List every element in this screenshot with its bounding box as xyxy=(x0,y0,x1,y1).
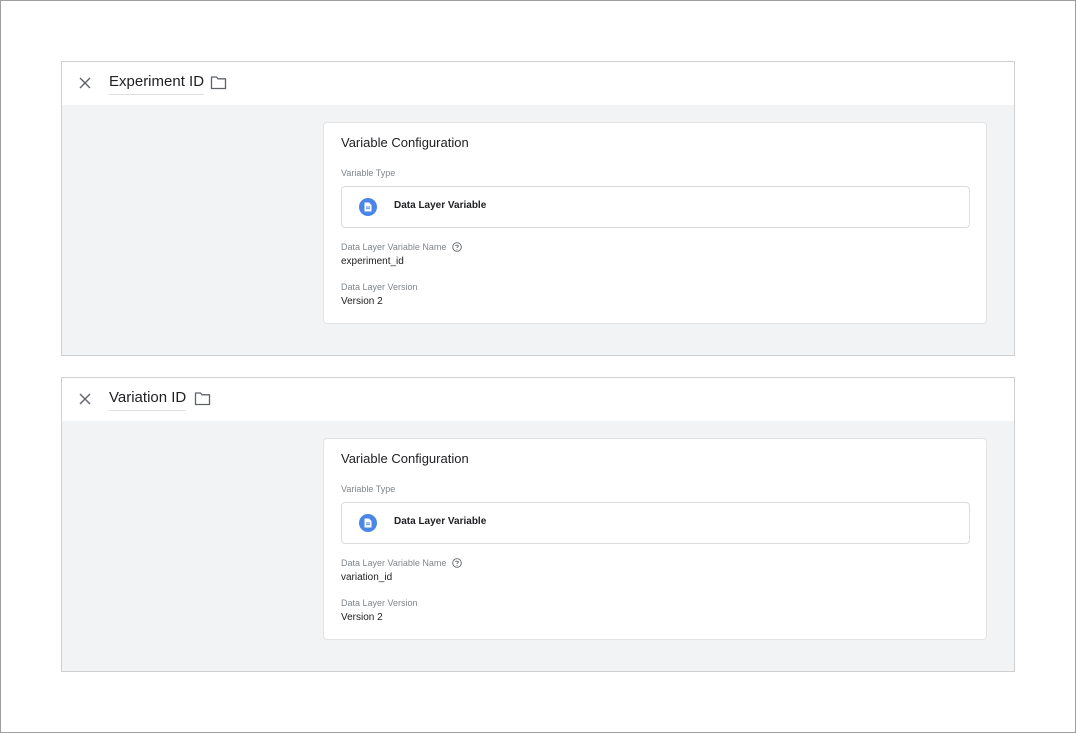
data-layer-version-value: Version 2 xyxy=(341,612,383,623)
data-layer-version-label: Data Layer Version xyxy=(341,598,418,608)
variable-name-label: Data Layer Variable Name xyxy=(341,242,447,252)
variable-type-selector[interactable]: Data Layer Variable xyxy=(341,502,970,544)
variable-type-label: Variable Type xyxy=(341,484,396,494)
help-circle-icon[interactable] xyxy=(452,558,463,568)
variable-type-label: Variable Type xyxy=(341,168,396,178)
folder-icon[interactable] xyxy=(210,75,227,90)
data-layer-variable-icon xyxy=(359,514,377,532)
variable-panel-variation-id: Variation ID Variable Configuration Vari… xyxy=(61,377,1015,672)
panel-header: Variation ID xyxy=(62,378,1014,421)
data-layer-version-label: Data Layer Version xyxy=(341,282,418,292)
data-layer-variable-icon xyxy=(359,198,377,216)
card-title: Variable Configuration xyxy=(341,135,469,150)
close-icon[interactable] xyxy=(76,74,94,92)
panel-header: Experiment ID xyxy=(62,62,1014,105)
variable-name-value: experiment_id xyxy=(341,256,404,267)
variable-name-label: Data Layer Variable Name xyxy=(341,558,447,568)
folder-icon[interactable] xyxy=(194,391,211,406)
variable-title[interactable]: Variation ID xyxy=(109,389,187,411)
variable-panel-experiment-id: Experiment ID Variable Configuration Var… xyxy=(61,61,1015,356)
variable-title[interactable]: Experiment ID xyxy=(109,73,205,95)
variable-name-label-row: Data Layer Variable Name xyxy=(341,558,463,568)
variable-name-label-row: Data Layer Variable Name xyxy=(341,242,463,252)
data-layer-version-value: Version 2 xyxy=(341,296,383,307)
variable-configuration-card: Variable Configuration Variable Type Dat… xyxy=(323,438,987,640)
card-title: Variable Configuration xyxy=(341,451,469,466)
variable-type-name: Data Layer Variable xyxy=(394,200,487,211)
close-icon[interactable] xyxy=(76,390,94,408)
variable-type-selector[interactable]: Data Layer Variable xyxy=(341,186,970,228)
variable-configuration-card: Variable Configuration Variable Type Dat… xyxy=(323,122,987,324)
variable-type-name: Data Layer Variable xyxy=(394,516,487,527)
help-circle-icon[interactable] xyxy=(452,242,463,252)
variable-name-value: variation_id xyxy=(341,572,393,583)
